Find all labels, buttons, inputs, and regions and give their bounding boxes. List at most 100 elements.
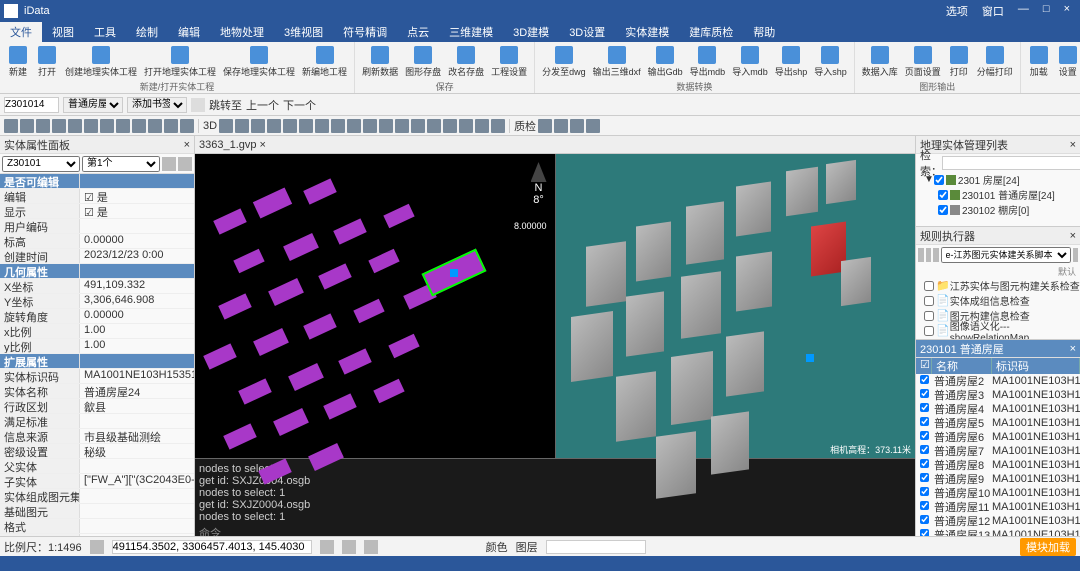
prop-row[interactable]: 密级设置秘级 bbox=[0, 444, 194, 459]
rule-run-icon[interactable] bbox=[918, 248, 924, 262]
prop-row[interactable]: x比例1.00 bbox=[0, 324, 194, 339]
maximize-icon[interactable]: □ bbox=[1037, 3, 1056, 19]
tool-icon-6[interactable] bbox=[100, 119, 114, 133]
prop-row[interactable]: 创建时间2023/12/23 0:00 bbox=[0, 249, 194, 264]
tree-close-icon[interactable]: × bbox=[1070, 139, 1076, 151]
ribbon-btn-3-3[interactable]: 分幅打印 bbox=[974, 44, 1016, 80]
tool-icon-11[interactable] bbox=[180, 119, 194, 133]
rule-item[interactable]: 📄 图像语义化---showRelationMap... bbox=[916, 323, 1080, 338]
tool3d-icon-11[interactable] bbox=[395, 119, 409, 133]
building-2d[interactable] bbox=[203, 343, 237, 369]
building-3d[interactable] bbox=[711, 411, 749, 474]
ribbon-btn-0-5[interactable]: 新编地工程 bbox=[299, 44, 350, 80]
tool3d-icon-14[interactable] bbox=[443, 119, 457, 133]
ribbon-btn-4-0[interactable]: 加载 bbox=[1025, 44, 1053, 80]
ribbon-btn-4-1[interactable]: 设置 bbox=[1054, 44, 1080, 80]
filter-icon[interactable] bbox=[178, 157, 192, 171]
count-select[interactable]: 第1个 bbox=[82, 156, 160, 172]
viewport-3d[interactable]: 相机高程：373.11米 bbox=[556, 154, 916, 458]
prop-row[interactable]: 旋转角度0.00000 bbox=[0, 309, 194, 324]
bookmark-select[interactable]: 添加书签 bbox=[127, 97, 187, 113]
viewport-2d[interactable]: N8° 8.00000 bbox=[195, 154, 556, 458]
ribbon-btn-0-2[interactable]: 创建地理实体工程 bbox=[62, 44, 140, 80]
menu-10[interactable]: 3D建模 bbox=[503, 22, 559, 42]
tool-icon-3[interactable] bbox=[52, 119, 66, 133]
building-3d[interactable] bbox=[626, 291, 664, 356]
prop-row[interactable]: X坐标491,109.332 bbox=[0, 279, 194, 294]
rule-script-select[interactable]: e-江苏图元实体建关系脚本 bbox=[941, 247, 1071, 263]
3d-label[interactable]: 3D bbox=[203, 120, 217, 132]
menu-8[interactable]: 点云 bbox=[397, 22, 439, 42]
building-2d[interactable] bbox=[283, 233, 319, 261]
building-3d[interactable] bbox=[826, 160, 856, 204]
menu-4[interactable]: 编辑 bbox=[168, 22, 210, 42]
building-3d[interactable] bbox=[726, 331, 764, 396]
menu-9[interactable]: 三维建模 bbox=[439, 22, 503, 42]
rule-item[interactable]: 📄 实体成组信息检查 bbox=[916, 293, 1080, 308]
search-input[interactable] bbox=[942, 156, 1080, 170]
col-code[interactable]: 标识码 bbox=[992, 358, 1080, 374]
tool3d-icon-3[interactable] bbox=[267, 119, 281, 133]
rule-more-icon[interactable] bbox=[1073, 248, 1079, 262]
coords-input[interactable] bbox=[112, 540, 312, 554]
menu-14[interactable]: 帮助 bbox=[743, 22, 785, 42]
entity-select[interactable]: Z30101 bbox=[2, 156, 80, 172]
ribbon-btn-1-0[interactable]: 刷新数据 bbox=[359, 44, 401, 80]
bookmark-add-icon[interactable] bbox=[191, 98, 205, 112]
building-2d[interactable] bbox=[388, 334, 419, 359]
layer-filter-input[interactable] bbox=[546, 540, 646, 554]
rule-item[interactable]: 📁 江苏实体与图元构建关系检查 bbox=[916, 278, 1080, 293]
menu-0[interactable]: 文件 bbox=[0, 22, 42, 42]
rule-stop-icon[interactable] bbox=[926, 248, 932, 262]
prop-row[interactable]: 信息来源市县级基础测绘 bbox=[0, 429, 194, 444]
tool-icon-8[interactable] bbox=[132, 119, 146, 133]
building-3d[interactable] bbox=[571, 311, 613, 382]
building-3d[interactable] bbox=[841, 257, 871, 306]
menu-1[interactable]: 视图 bbox=[42, 22, 84, 42]
ribbon-btn-0-4[interactable]: 保存地理实体工程 bbox=[220, 44, 298, 80]
sb-tool3-icon[interactable] bbox=[364, 540, 378, 554]
results-close-icon[interactable]: × bbox=[1070, 343, 1076, 355]
panel-close-icon[interactable]: × bbox=[184, 139, 190, 151]
minimize-icon[interactable]: — bbox=[1012, 3, 1035, 19]
audit-icon-1[interactable] bbox=[554, 119, 568, 133]
menu-11[interactable]: 3D设置 bbox=[559, 22, 615, 42]
building-3d[interactable] bbox=[616, 371, 656, 442]
next-button[interactable]: 下一个 bbox=[283, 97, 316, 113]
tool3d-icon-15[interactable] bbox=[459, 119, 473, 133]
building-2d[interactable] bbox=[303, 178, 337, 204]
building-3d[interactable] bbox=[736, 251, 772, 311]
result-row[interactable]: 普通房屋10MA1001NE103H1535... bbox=[916, 486, 1080, 500]
tool3d-icon-12[interactable] bbox=[411, 119, 425, 133]
tree-item[interactable]: ▼ 2301 房屋[24] bbox=[916, 172, 1080, 187]
ribbon-btn-2-1[interactable]: 输出三维dxf bbox=[590, 44, 644, 80]
prop-row[interactable]: 格式 bbox=[0, 519, 194, 534]
menu-5[interactable]: 地物处理 bbox=[210, 22, 274, 42]
building-2d[interactable] bbox=[353, 299, 384, 324]
menu-6[interactable]: 3维视图 bbox=[274, 22, 333, 42]
ribbon-btn-1-2[interactable]: 改名存盘 bbox=[445, 44, 487, 80]
tool3d-icon-8[interactable] bbox=[347, 119, 361, 133]
prop-row[interactable]: 用户编码 bbox=[0, 219, 194, 234]
tool3d-icon-7[interactable] bbox=[331, 119, 345, 133]
prop-row[interactable]: 行政区划歙县 bbox=[0, 399, 194, 414]
tool-icon-5[interactable] bbox=[84, 119, 98, 133]
audit-icon-2[interactable] bbox=[570, 119, 584, 133]
building-2d[interactable] bbox=[238, 378, 272, 404]
building-3d[interactable] bbox=[736, 182, 771, 237]
menu-12[interactable]: 实体建模 bbox=[615, 22, 679, 42]
tool3d-icon-16[interactable] bbox=[475, 119, 489, 133]
building-2d[interactable] bbox=[318, 263, 352, 289]
ribbon-btn-0-0[interactable]: 新建 bbox=[4, 44, 32, 80]
ribbon-btn-0-1[interactable]: 打开 bbox=[33, 44, 61, 80]
tool3d-icon-2[interactable] bbox=[251, 119, 265, 133]
audit-icon-3[interactable] bbox=[586, 119, 600, 133]
building-2d[interactable] bbox=[253, 328, 289, 356]
building-2d[interactable] bbox=[338, 348, 372, 374]
menu-7[interactable]: 符号精调 bbox=[333, 22, 397, 42]
building-3d[interactable] bbox=[686, 201, 724, 264]
building-2d[interactable] bbox=[323, 393, 357, 419]
building-3d[interactable] bbox=[681, 271, 721, 339]
prop-row[interactable]: 基础图元 bbox=[0, 504, 194, 519]
result-row[interactable]: 普通房屋13MA1001NE103H1535... bbox=[916, 528, 1080, 536]
